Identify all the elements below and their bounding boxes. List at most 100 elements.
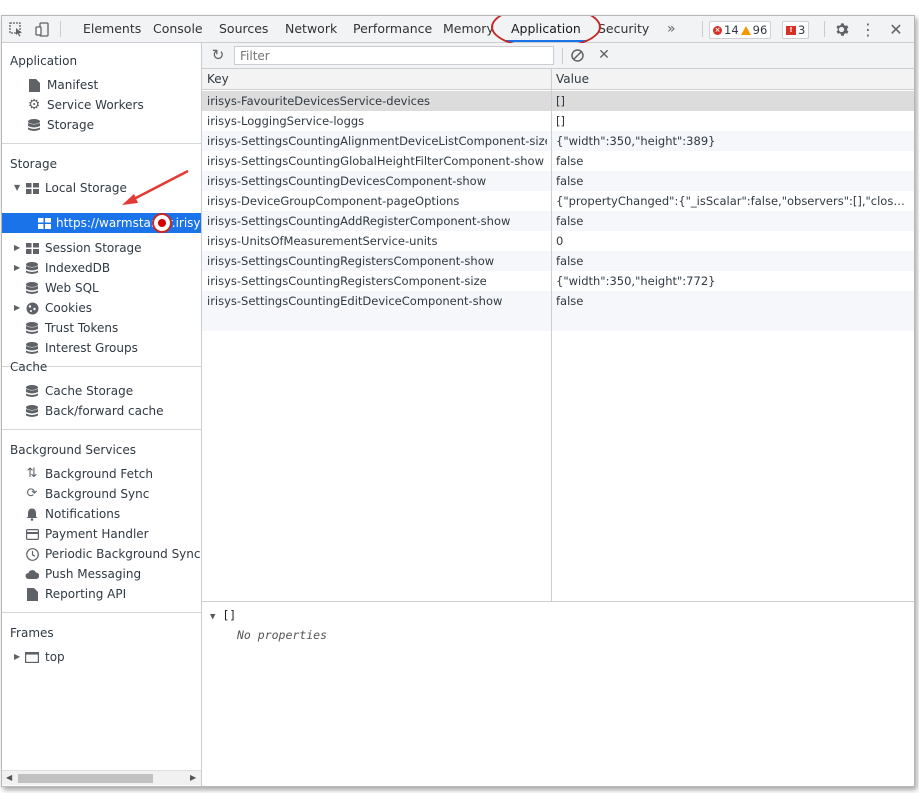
- value-cell: {"propertyChanged":{"_isScalar":false,"o…: [556, 194, 908, 208]
- filter-input[interactable]: [234, 46, 554, 65]
- tree-collapsed-arrow-icon[interactable]: ▶: [14, 238, 24, 258]
- key-cell: irisys-SettingsCountingRegistersComponen…: [207, 274, 487, 288]
- database-icon: [26, 117, 42, 133]
- sidebar-item-interest-groups[interactable]: Interest Groups: [24, 338, 138, 358]
- sidebar-item-label: Background Fetch: [45, 467, 153, 481]
- tab-elements[interactable]: Elements: [83, 16, 141, 42]
- column-divider: [551, 69, 552, 601]
- sidebar-item-label: Local Storage: [45, 181, 127, 195]
- up-down-arrows-icon: ⇅: [26, 466, 38, 481]
- tree-expanded-arrow-icon[interactable]: ▼: [14, 178, 24, 198]
- column-header-key[interactable]: Key: [202, 69, 551, 90]
- sidebar-item-local-storage[interactable]: ▼ Local Storage: [14, 178, 127, 198]
- cloud-icon: [24, 566, 40, 582]
- value-cell: 0: [556, 234, 564, 248]
- database-icon: [24, 340, 40, 356]
- table-row[interactable]: irisys-DeviceGroupComponent-pageOptions …: [202, 191, 914, 211]
- delete-selected-icon[interactable]: ✕: [594, 45, 614, 65]
- scroll-right-icon[interactable]: ▶: [190, 773, 196, 782]
- table-row[interactable]: irisys-SettingsCountingRegistersComponen…: [202, 251, 914, 271]
- close-icon[interactable]: ✕: [886, 19, 906, 39]
- gear-icon: ⚙: [27, 97, 41, 113]
- sidebar-item-background-fetch[interactable]: ⇅ Background Fetch: [24, 464, 153, 484]
- table-row[interactable]: irisys-LoggingService-loggs []: [202, 111, 914, 131]
- file-icon: [26, 77, 42, 93]
- tree-collapsed-arrow-icon[interactable]: ▶: [14, 298, 24, 318]
- gear-icon[interactable]: [831, 19, 851, 39]
- sidebar-item-storage[interactable]: Storage: [26, 115, 94, 135]
- console-counts-badge[interactable]: × 14 96: [709, 21, 772, 39]
- key-cell: irisys-SettingsCountingAddRegisterCompon…: [207, 214, 511, 228]
- column-header-value[interactable]: Value: [552, 69, 914, 90]
- tree-collapsed-arrow-icon[interactable]: ▶: [14, 258, 24, 278]
- section-divider: [2, 143, 201, 144]
- more-options-icon[interactable]: ⋮: [858, 19, 878, 39]
- value-cell: false: [556, 254, 584, 268]
- error-count: 14: [724, 23, 739, 37]
- sidebar-horizontal-scrollbar[interactable]: ◀ ▶: [2, 770, 201, 785]
- tab-network[interactable]: Network: [285, 16, 337, 42]
- sidebar-item-back-forward-cache[interactable]: Back/forward cache: [24, 401, 164, 421]
- scrollbar-thumb[interactable]: [18, 774, 153, 783]
- expand-arrow-icon[interactable]: ▼: [210, 612, 215, 622]
- sidebar-item-manifest[interactable]: Manifest: [26, 75, 98, 95]
- preview-value[interactable]: ▼ []: [210, 608, 236, 622]
- sidebar-item-reporting-api[interactable]: Reporting API: [24, 584, 126, 604]
- sidebar-item-cookies[interactable]: ▶ Cookies: [14, 298, 92, 318]
- table-row[interactable]: irisys-SettingsCountingEditDeviceCompone…: [202, 291, 914, 311]
- refresh-icon[interactable]: ↻: [208, 45, 228, 65]
- scroll-left-icon[interactable]: ◀: [6, 773, 12, 782]
- sidebar-item-label: IndexedDB: [45, 261, 111, 275]
- tree-collapsed-arrow-icon[interactable]: ▶: [14, 647, 24, 667]
- more-tabs-button[interactable]: »: [667, 16, 676, 42]
- sidebar-item-periodic-background-sync[interactable]: Periodic Background Sync: [24, 544, 201, 564]
- clear-all-icon[interactable]: [567, 45, 587, 65]
- value-cell: []: [556, 94, 565, 108]
- table-row[interactable]: irisys-SettingsCountingGlobalHeightFilte…: [202, 151, 914, 171]
- issues-badge[interactable]: ! 3: [782, 21, 810, 39]
- frame-icon: [24, 649, 40, 665]
- device-toolbar-icon[interactable]: [32, 19, 52, 39]
- sidebar-item-label: Reporting API: [45, 587, 127, 601]
- sidebar-item-label: Back/forward cache: [45, 404, 164, 418]
- tab-console[interactable]: Console: [153, 16, 203, 42]
- table-row[interactable]: irisys-SettingsCountingRegistersComponen…: [202, 271, 914, 291]
- sidebar-item-label: Push Messaging: [45, 567, 142, 581]
- table-row[interactable]: irisys-SettingsCountingDevicesComponent-…: [202, 171, 914, 191]
- sidebar-item-session-storage[interactable]: ▶ Session Storage: [14, 238, 142, 258]
- error-icon: ×: [713, 25, 722, 35]
- sidebar-item-web-sql[interactable]: Web SQL: [24, 278, 99, 298]
- sidebar-item-local-origin[interactable]: https://warmstarter.irisys.c: [38, 213, 201, 233]
- tab-security[interactable]: Security: [598, 16, 649, 42]
- table-row[interactable]: irisys-SettingsCountingAlignmentDeviceLi…: [202, 131, 914, 151]
- sidebar-item-indexeddb[interactable]: ▶ IndexedDB: [14, 258, 110, 278]
- tab-memory[interactable]: Memory: [443, 16, 494, 42]
- sidebar-item-notifications[interactable]: Notifications: [24, 504, 120, 524]
- sidebar-item-frame-top[interactable]: ▶ top: [14, 647, 65, 667]
- database-icon: [24, 320, 40, 336]
- grid-icon: [24, 180, 40, 196]
- sidebar-item-push-messaging[interactable]: Push Messaging: [24, 564, 141, 584]
- sidebar-item-payment-handler[interactable]: Payment Handler: [24, 524, 149, 544]
- empty-table-row[interactable]: [202, 311, 914, 331]
- table-row[interactable]: irisys-SettingsCountingAddRegisterCompon…: [202, 211, 914, 231]
- bell-icon: [24, 506, 40, 522]
- inspect-element-icon[interactable]: [6, 19, 26, 39]
- sidebar-item-trust-tokens[interactable]: Trust Tokens: [24, 318, 118, 338]
- key-cell: irisys-FavouriteDevicesService-devices: [207, 94, 431, 108]
- clock-icon: [24, 546, 40, 562]
- annotation-record-dot: [152, 213, 172, 233]
- sidebar-item-background-sync[interactable]: ⟳ Background Sync: [24, 484, 150, 504]
- sidebar-item-label: Service Workers: [47, 98, 144, 112]
- toolbar-divider: [702, 21, 703, 37]
- section-title-storage: Storage: [10, 157, 57, 171]
- key-cell: irisys-SettingsCountingDevicesComponent-…: [207, 174, 487, 188]
- table-row[interactable]: irisys-FavouriteDevicesService-devices […: [202, 91, 914, 111]
- sidebar-item-cache-storage[interactable]: Cache Storage: [24, 381, 133, 401]
- tab-performance[interactable]: Performance: [353, 16, 432, 42]
- table-row[interactable]: irisys-UnitsOfMeasurementService-units 0: [202, 231, 914, 251]
- tab-sources[interactable]: Sources: [219, 16, 268, 42]
- no-properties-text: No properties: [237, 628, 328, 642]
- sidebar-item-label: Interest Groups: [45, 341, 138, 355]
- sidebar-item-service-workers[interactable]: ⚙ Service Workers: [26, 95, 144, 115]
